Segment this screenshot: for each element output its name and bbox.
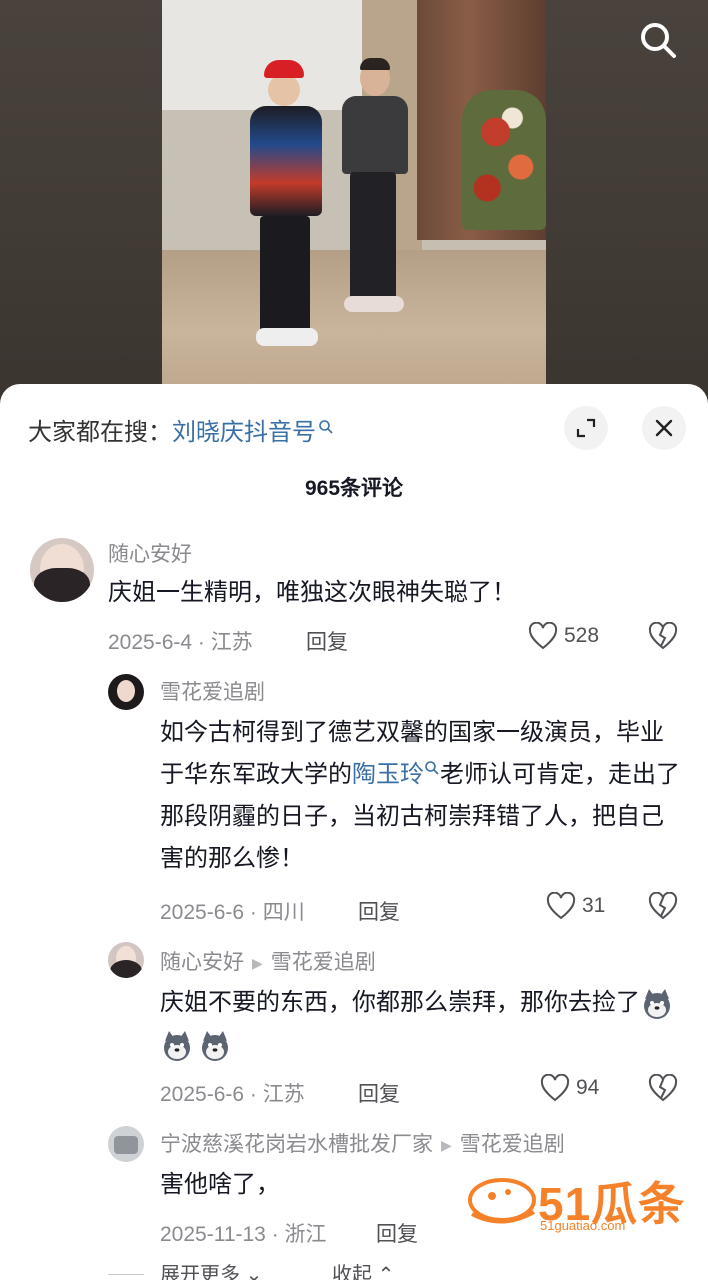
watermark-logo-icon bbox=[468, 1178, 536, 1224]
comment-text: 庆姐一生精明，唯独这次眼神失聪了！ bbox=[108, 579, 516, 606]
dislike-button[interactable] bbox=[648, 621, 678, 655]
reply-author-line: 随心安好 ▶ 雪花爱追剧 bbox=[160, 946, 376, 976]
reply-date-location: 2025-6-6 · 四川 bbox=[160, 901, 305, 924]
dislike-button[interactable] bbox=[648, 1073, 678, 1107]
expand-sheet-button[interactable] bbox=[564, 406, 608, 450]
reply-arrow-icon: ▶ bbox=[252, 954, 263, 971]
collapse-button[interactable]: 收起 ⌃ bbox=[332, 1258, 394, 1280]
chevron-down-icon: ⌄ bbox=[245, 1264, 263, 1280]
suggestion-prefix: 大家都在搜： bbox=[28, 419, 172, 446]
video-area[interactable] bbox=[0, 0, 708, 400]
watermark-url: 51guatiao.com bbox=[540, 1218, 626, 1233]
like-button[interactable]: 528 bbox=[528, 622, 599, 650]
heart-icon bbox=[528, 622, 558, 650]
reply-button[interactable]: 回复 bbox=[376, 1218, 418, 1248]
watermark: 51瓜条 51guatiao.com bbox=[462, 1168, 686, 1238]
expand-more-button[interactable]: 展开更多 ⌄ bbox=[160, 1258, 262, 1280]
comment-author[interactable]: 随心安好 bbox=[108, 538, 192, 568]
broken-heart-icon bbox=[648, 621, 678, 650]
reply-date-location: 2025-6-6 · 江苏 bbox=[160, 1083, 305, 1106]
dog-emoji-icon bbox=[640, 987, 674, 1021]
person-in-gray-shirt bbox=[338, 58, 418, 360]
reply-button[interactable]: 回复 bbox=[358, 1078, 400, 1108]
avatar[interactable] bbox=[108, 1126, 144, 1162]
chevron-up-icon: ⌃ bbox=[377, 1264, 395, 1280]
flower-basket bbox=[462, 90, 546, 230]
search-suggestion[interactable]: 大家都在搜：刘晓庆抖音号 bbox=[28, 412, 334, 447]
like-count: 528 bbox=[564, 624, 600, 647]
comment-date-location: 2025-6-4 · 江苏 bbox=[108, 631, 253, 654]
broken-heart-icon bbox=[648, 891, 678, 920]
expand-more-label: 展开更多 bbox=[160, 1264, 240, 1280]
reply-author[interactable]: 宁波慈溪花岗岩水槽批发厂家 bbox=[160, 1133, 433, 1156]
comment-count: 965条评论 bbox=[304, 477, 404, 500]
reply-author-line: 宁波慈溪花岗岩水槽批发厂家 ▶ 雪花爱追剧 bbox=[160, 1128, 565, 1158]
collapse-label: 收起 bbox=[332, 1264, 372, 1280]
replies-toggle-row: 展开更多 ⌄ 收起 ⌃ bbox=[108, 1264, 708, 1280]
reply-target[interactable]: 雪花爱追剧 bbox=[271, 951, 376, 974]
divider bbox=[108, 1274, 144, 1275]
close-icon bbox=[655, 419, 673, 437]
comment-sheet: 大家都在搜：刘晓庆抖音号 965条评论 随心安好 庆姐一生精明，唯独这次眼神失聪… bbox=[0, 384, 708, 1280]
reply-button[interactable]: 回复 bbox=[358, 896, 400, 926]
reply-date-location: 2025-11-13 · 浙江 bbox=[160, 1223, 327, 1246]
broken-heart-icon bbox=[648, 1073, 678, 1102]
like-button[interactable]: 31 bbox=[546, 892, 605, 920]
small-search-icon bbox=[425, 761, 439, 775]
like-button[interactable]: 94 bbox=[540, 1074, 599, 1102]
like-count: 94 bbox=[576, 1076, 600, 1099]
dog-emoji-icon bbox=[198, 1029, 232, 1063]
dislike-button[interactable] bbox=[648, 891, 678, 925]
reply-text-part: 庆姐不要的东西，你都那么崇拜，那你去捡了 bbox=[160, 989, 640, 1016]
video-frame[interactable] bbox=[162, 0, 546, 384]
search-icon[interactable] bbox=[636, 18, 680, 62]
close-sheet-button[interactable] bbox=[642, 406, 686, 450]
heart-icon bbox=[546, 892, 576, 920]
like-count: 31 bbox=[582, 894, 606, 917]
expand-icon bbox=[576, 418, 596, 438]
heart-icon bbox=[540, 1074, 570, 1102]
avatar[interactable] bbox=[108, 942, 144, 978]
reply-button[interactable]: 回复 bbox=[306, 626, 348, 656]
reply-target[interactable]: 雪花爱追剧 bbox=[460, 1133, 565, 1156]
reply-author[interactable]: 雪花爱追剧 bbox=[160, 676, 265, 706]
avatar[interactable] bbox=[108, 674, 144, 710]
inline-search-link[interactable]: 陶玉玲 bbox=[352, 761, 424, 788]
reply-text: 如今古柯得到了德艺双馨的国家一级演员，毕业于华东军政大学的陶玉玲 老师认可肯定，走… bbox=[160, 712, 680, 880]
reply-arrow-icon: ▶ bbox=[441, 1136, 452, 1153]
person-with-microphone bbox=[250, 60, 330, 360]
dog-emoji-icon bbox=[160, 1029, 194, 1063]
small-search-icon bbox=[318, 414, 334, 442]
avatar[interactable] bbox=[30, 538, 94, 602]
suggestion-keyword[interactable]: 刘晓庆抖音号 bbox=[172, 419, 316, 446]
reply-author[interactable]: 随心安好 bbox=[160, 951, 244, 974]
sheet-header: 大家都在搜：刘晓庆抖音号 965条评论 bbox=[0, 384, 708, 500]
reply-text: 庆姐不要的东西，你都那么崇拜，那你去捡了 bbox=[160, 982, 680, 1066]
